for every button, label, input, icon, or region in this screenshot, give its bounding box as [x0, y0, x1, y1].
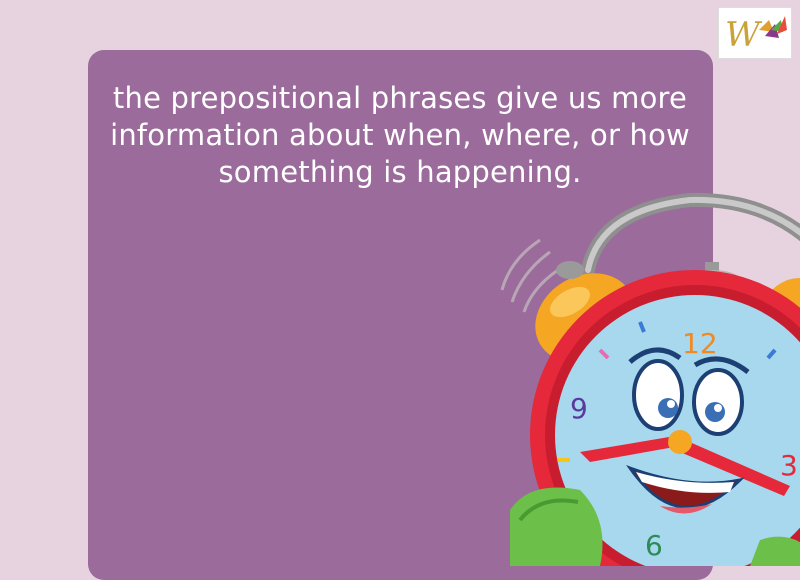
clock-number-9: 9 [570, 392, 588, 425]
w-kite-logo-icon: W [718, 7, 792, 59]
slide-text: the prepositional phrases give us more i… [110, 81, 690, 189]
cartoon-alarm-clock-icon: 12 9 6 3 [490, 190, 800, 580]
clock-number-12: 12 [682, 327, 718, 360]
clock-number-3: 3 [780, 449, 798, 482]
logo-letter: W [725, 15, 763, 55]
clock-number-6: 6 [645, 529, 663, 562]
